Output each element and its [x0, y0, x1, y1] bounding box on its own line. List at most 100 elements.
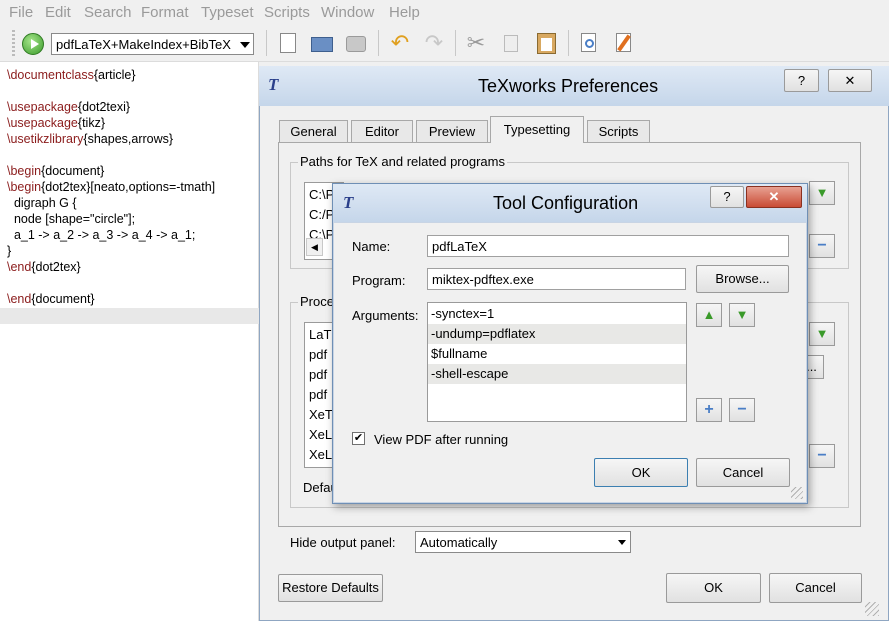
dialog-ok-button[interactable]: OK: [594, 458, 688, 487]
check-icon: ✔: [353, 432, 364, 444]
code-text: {dot2texi}: [77, 100, 131, 114]
arguments-list[interactable]: -synctex=1 -undump=pdflatex $fullname -s…: [427, 302, 687, 422]
close-icon: ✕: [768, 189, 780, 204]
copy-icon[interactable]: [498, 30, 524, 56]
toolbar-grip[interactable]: [12, 30, 15, 56]
toolbar: pdfLaTeX+MakeIndex+BibTeX ↶ ↷ ✂: [0, 26, 889, 62]
menu-scripts[interactable]: Scripts: [264, 4, 310, 21]
list-item[interactable]: pdf: [309, 387, 327, 402]
argument-down-button[interactable]: ▼: [729, 303, 755, 327]
list-item[interactable]: LaT: [309, 327, 331, 342]
list-item[interactable]: pdf: [309, 367, 327, 382]
code-text: {tikz}: [77, 116, 105, 130]
help-icon: ?: [723, 189, 731, 204]
list-item[interactable]: $fullname: [428, 344, 686, 364]
list-item[interactable]: C:/P: [309, 207, 334, 222]
restore-defaults-button[interactable]: Restore Defaults: [278, 574, 383, 602]
code-keyword: \documentclass: [7, 68, 94, 82]
prefs-ok-button[interactable]: OK: [666, 573, 761, 603]
code-text: node [shape="circle"];: [7, 212, 136, 226]
resize-grip[interactable]: [791, 487, 803, 499]
replace-icon[interactable]: [611, 30, 637, 56]
list-item[interactable]: -undump=pdflatex: [428, 324, 686, 344]
move-down-button[interactable]: ▼: [809, 181, 835, 205]
arrow-down-icon: ▼: [815, 185, 829, 200]
argument-text: $fullname: [431, 346, 488, 361]
close-button[interactable]: ✕: [746, 186, 802, 208]
list-item[interactable]: XeL: [309, 427, 332, 442]
list-item[interactable]: pdf: [309, 347, 327, 362]
code-text: {dot2tex}[neato,options=-tmath]: [41, 180, 216, 194]
argument-text: -synctex=1: [431, 306, 495, 321]
undo-icon[interactable]: ↶: [387, 30, 413, 56]
menu-window[interactable]: Window: [321, 4, 374, 21]
minus-icon: −: [737, 401, 747, 418]
menu-format[interactable]: Format: [141, 4, 189, 21]
remove-tool-button[interactable]: −: [809, 444, 835, 468]
minus-icon: −: [817, 237, 827, 254]
tab-scripts[interactable]: Scripts: [587, 120, 650, 142]
paths-group-title: Paths for TeX and related programs: [298, 154, 507, 169]
list-item[interactable]: -synctex=1: [428, 304, 686, 324]
name-field[interactable]: pdfLaTeX: [427, 235, 789, 257]
argument-text: -undump=pdflatex: [431, 326, 536, 341]
argument-up-button[interactable]: ▲: [696, 303, 722, 327]
menu-bar: File Edit Search Format Typeset Scripts …: [0, 0, 889, 26]
remove-argument-button[interactable]: −: [729, 398, 755, 422]
scroll-left-icon[interactable]: ◀: [306, 238, 323, 256]
open-icon[interactable]: [309, 30, 335, 56]
code-line: \usetikzlibrary{shapes,arrows}: [7, 132, 173, 146]
tab-editor[interactable]: Editor: [351, 120, 413, 142]
code-line: \usepackage{tikz}: [7, 116, 105, 130]
tab-general[interactable]: General: [279, 120, 348, 142]
redo-icon[interactable]: ↷: [421, 30, 447, 56]
resize-grip[interactable]: [865, 602, 879, 616]
menu-help[interactable]: Help: [389, 4, 420, 21]
add-argument-button[interactable]: +: [696, 398, 722, 422]
tab-typesetting[interactable]: Typesetting: [490, 116, 584, 143]
new-icon[interactable]: [275, 30, 301, 56]
tool-move-down-button[interactable]: ▼: [809, 322, 835, 346]
menu-file[interactable]: File: [9, 4, 33, 21]
program-label: Program:: [352, 273, 406, 288]
paste-icon[interactable]: [533, 30, 559, 56]
hide-output-value: Automatically: [420, 535, 498, 550]
list-item[interactable]: XeL: [309, 447, 332, 462]
typeset-icon[interactable]: [22, 33, 44, 55]
tab-preview[interactable]: Preview: [416, 120, 488, 142]
remove-path-button[interactable]: −: [809, 234, 835, 258]
save-icon[interactable]: [343, 30, 369, 56]
editor-pane[interactable]: \documentclass{article} \usepackage{dot2t…: [0, 62, 259, 621]
browse-button[interactable]: Browse...: [696, 265, 789, 293]
menu-search[interactable]: Search: [84, 4, 132, 21]
menu-typeset[interactable]: Typeset: [201, 4, 254, 21]
list-item[interactable]: -shell-escape: [428, 364, 686, 384]
code-text: }: [7, 244, 12, 258]
program-field[interactable]: miktex-pdftex.exe: [427, 268, 686, 290]
cut-icon[interactable]: ✂: [463, 30, 489, 56]
list-item[interactable]: XeT: [309, 407, 333, 422]
prefs-cancel-button[interactable]: Cancel: [769, 573, 862, 603]
menu-edit[interactable]: Edit: [45, 4, 71, 21]
find-icon[interactable]: [576, 30, 602, 56]
arguments-label: Arguments:: [352, 308, 419, 323]
code-line: digraph G {: [7, 196, 77, 210]
typeset-mode-value: pdfLaTeX+MakeIndex+BibTeX: [56, 37, 231, 52]
close-icon: ✕: [844, 73, 856, 88]
typeset-mode-select[interactable]: pdfLaTeX+MakeIndex+BibTeX: [51, 33, 254, 55]
arrow-up-icon: ▲: [702, 307, 716, 322]
close-button[interactable]: ✕: [828, 69, 872, 92]
code-text: {shapes,arrows}: [83, 132, 174, 146]
list-item[interactable]: C:\P: [309, 187, 334, 202]
dialog-cancel-button[interactable]: Cancel: [696, 458, 790, 487]
view-pdf-checkbox[interactable]: ✔: [352, 432, 365, 445]
argument-text: -shell-escape: [431, 366, 509, 381]
help-button[interactable]: ?: [784, 69, 819, 92]
code-keyword: \begin: [7, 180, 42, 194]
hide-output-label: Hide output panel:: [290, 535, 396, 550]
code-line: \usepackage{dot2texi}: [7, 100, 130, 114]
code-line: a_1 -> a_2 -> a_3 -> a_4 -> a_1;: [7, 228, 195, 242]
code-text: {document}: [41, 164, 105, 178]
help-button[interactable]: ?: [710, 186, 744, 208]
hide-output-select[interactable]: Automatically: [415, 531, 631, 553]
